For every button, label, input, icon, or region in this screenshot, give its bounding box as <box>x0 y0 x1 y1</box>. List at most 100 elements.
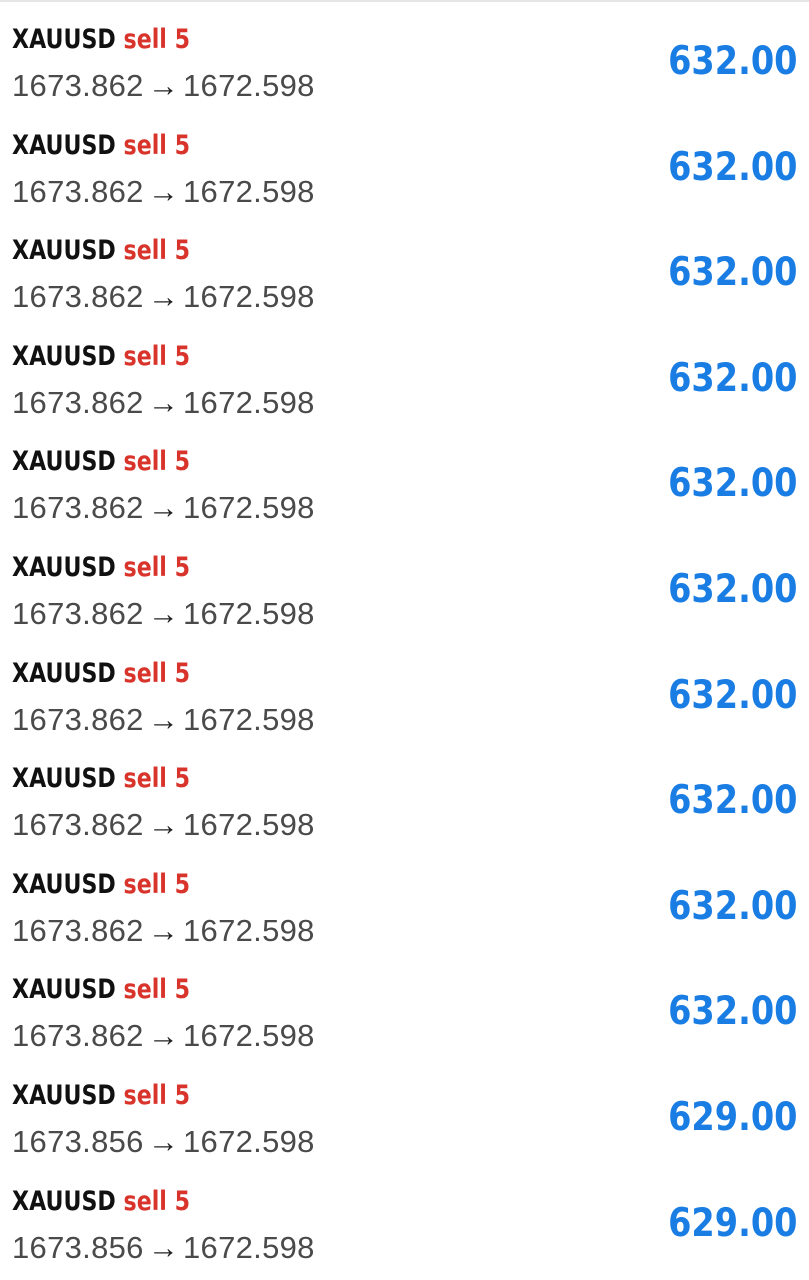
trade-profit: 632.00 <box>667 250 797 296</box>
open-price: 1673.862 <box>12 279 144 315</box>
trade-prices: 1673.862 → 1672.598 <box>12 596 315 632</box>
trade-side-volume: sell 5 <box>123 974 191 1006</box>
arrow-right-icon: → <box>147 68 180 103</box>
trade-prices: 1673.862 → 1672.598 <box>12 385 315 421</box>
close-price: 1672.598 <box>183 1123 315 1159</box>
trade-profit: 632.00 <box>667 144 797 190</box>
arrow-right-icon: → <box>147 1018 180 1054</box>
open-price: 1673.862 <box>12 595 144 631</box>
trade-title: XAUUSD sell 5 <box>12 233 190 269</box>
trade-symbol: XAUUSD <box>12 340 116 372</box>
open-price: 1673.862 <box>12 912 144 948</box>
trade-row[interactable]: XAUUSD sell 5 1673.862 → 1672.598 632.00 <box>0 747 809 853</box>
trade-symbol: XAUUSD <box>12 868 116 900</box>
trade-symbol: XAUUSD <box>12 657 116 689</box>
trade-prices: 1673.862 → 1672.598 <box>12 1018 315 1054</box>
trade-prices: 1673.862 → 1672.598 <box>12 279 315 315</box>
trade-title: XAUUSD sell 5 <box>12 1078 190 1114</box>
arrow-right-icon: → <box>147 807 180 843</box>
close-price: 1672.598 <box>183 701 315 737</box>
arrow-right-icon: → <box>147 912 180 948</box>
trade-symbol: XAUUSD <box>12 235 116 267</box>
trade-profit: 629.00 <box>667 1200 797 1246</box>
trade-side-volume: sell 5 <box>123 763 191 795</box>
trade-row[interactable]: XAUUSD sell 5 1673.856 → 1672.598 629.00 <box>0 1064 809 1170</box>
trade-prices: 1673.862 → 1672.598 <box>12 68 315 104</box>
arrow-right-icon: → <box>147 1229 180 1265</box>
arrow-right-icon: → <box>147 595 180 631</box>
close-price: 1672.598 <box>183 384 315 420</box>
trade-side-volume: sell 5 <box>123 340 191 372</box>
arrow-right-icon: → <box>147 173 180 209</box>
trade-title: XAUUSD sell 5 <box>12 761 190 797</box>
trade-side-volume: sell 5 <box>123 657 191 689</box>
trade-row[interactable]: XAUUSD sell 5 1673.862 → 1672.598 632.00 <box>0 430 809 536</box>
trade-prices: 1673.862 → 1672.598 <box>12 490 315 526</box>
open-price: 1673.862 <box>12 490 144 526</box>
close-price: 1672.598 <box>183 279 315 315</box>
trade-row[interactable]: XAUUSD sell 5 1673.862 → 1672.598 632.00 <box>0 642 809 748</box>
trade-symbol: XAUUSD <box>12 763 116 795</box>
trade-profit: 632.00 <box>667 672 797 718</box>
trade-history-list: XAUUSD sell 5 1673.862 → 1672.598 632.00 X… <box>0 8 809 1275</box>
trade-row[interactable]: XAUUSD sell 5 1673.862 → 1672.598 632.00 <box>0 8 809 114</box>
trade-profit: 632.00 <box>667 883 797 929</box>
trade-row[interactable]: XAUUSD sell 5 1673.862 → 1672.598 632.00 <box>0 114 809 220</box>
trade-title: XAUUSD sell 5 <box>12 972 190 1008</box>
trade-symbol: XAUUSD <box>12 974 116 1006</box>
trade-row[interactable]: XAUUSD sell 5 1673.862 → 1672.598 632.00 <box>0 853 809 959</box>
trade-title: XAUUSD sell 5 <box>12 128 190 164</box>
trade-row[interactable]: XAUUSD sell 5 1673.856 → 1672.598 629.00 <box>0 1170 809 1276</box>
trade-side-volume: sell 5 <box>123 235 191 267</box>
trade-title: XAUUSD sell 5 <box>12 1184 190 1220</box>
trade-prices: 1673.862 → 1672.598 <box>12 807 315 843</box>
trade-row[interactable]: XAUUSD sell 5 1673.862 → 1672.598 632.00 <box>0 536 809 642</box>
close-price: 1672.598 <box>183 595 315 631</box>
arrow-right-icon: → <box>147 490 180 526</box>
trade-row[interactable]: XAUUSD sell 5 1673.862 → 1672.598 632.00 <box>0 325 809 431</box>
trade-profit: 629.00 <box>667 1094 797 1140</box>
top-divider <box>0 0 809 2</box>
open-price: 1673.862 <box>12 173 144 209</box>
trade-row[interactable]: XAUUSD sell 5 1673.862 → 1672.598 632.00 <box>0 219 809 325</box>
trade-title: XAUUSD sell 5 <box>12 444 190 480</box>
open-price: 1673.856 <box>12 1123 144 1159</box>
trade-side-volume: sell 5 <box>123 24 191 55</box>
trade-row[interactable]: XAUUSD sell 5 1673.862 → 1672.598 632.00 <box>0 958 809 1064</box>
trade-symbol: XAUUSD <box>12 129 116 161</box>
close-price: 1672.598 <box>183 912 315 948</box>
trade-symbol: XAUUSD <box>12 1079 116 1111</box>
trade-profit: 632.00 <box>667 39 797 84</box>
trade-title: XAUUSD sell 5 <box>12 22 190 58</box>
trade-profit: 632.00 <box>667 461 797 507</box>
close-price: 1672.598 <box>183 173 315 209</box>
trade-prices: 1673.862 → 1672.598 <box>12 174 315 210</box>
arrow-right-icon: → <box>147 1123 180 1159</box>
trade-side-volume: sell 5 <box>123 1185 191 1217</box>
trade-side-volume: sell 5 <box>123 868 191 900</box>
trade-profit: 632.00 <box>667 355 797 401</box>
open-price: 1673.862 <box>12 384 144 420</box>
trade-prices: 1673.862 → 1672.598 <box>12 702 315 738</box>
trade-side-volume: sell 5 <box>123 129 191 161</box>
trade-title: XAUUSD sell 5 <box>12 656 190 692</box>
open-price: 1673.862 <box>12 701 144 737</box>
arrow-right-icon: → <box>147 279 180 315</box>
trade-prices: 1673.856 → 1672.598 <box>12 1230 315 1266</box>
close-price: 1672.598 <box>183 807 315 843</box>
trade-symbol: XAUUSD <box>12 446 116 478</box>
close-price: 1672.598 <box>183 1229 315 1265</box>
open-price: 1673.862 <box>12 1018 144 1054</box>
trade-prices: 1673.862 → 1672.598 <box>12 913 315 949</box>
arrow-right-icon: → <box>147 384 180 420</box>
arrow-right-icon: → <box>147 701 180 737</box>
trade-symbol: XAUUSD <box>12 24 116 55</box>
trade-side-volume: sell 5 <box>123 446 191 478</box>
open-price: 1673.856 <box>12 1229 144 1265</box>
close-price: 1672.598 <box>183 68 315 103</box>
trade-symbol: XAUUSD <box>12 551 116 583</box>
close-price: 1672.598 <box>183 490 315 526</box>
trade-profit: 632.00 <box>667 778 797 824</box>
open-price: 1673.862 <box>12 68 144 103</box>
trade-side-volume: sell 5 <box>123 551 191 583</box>
